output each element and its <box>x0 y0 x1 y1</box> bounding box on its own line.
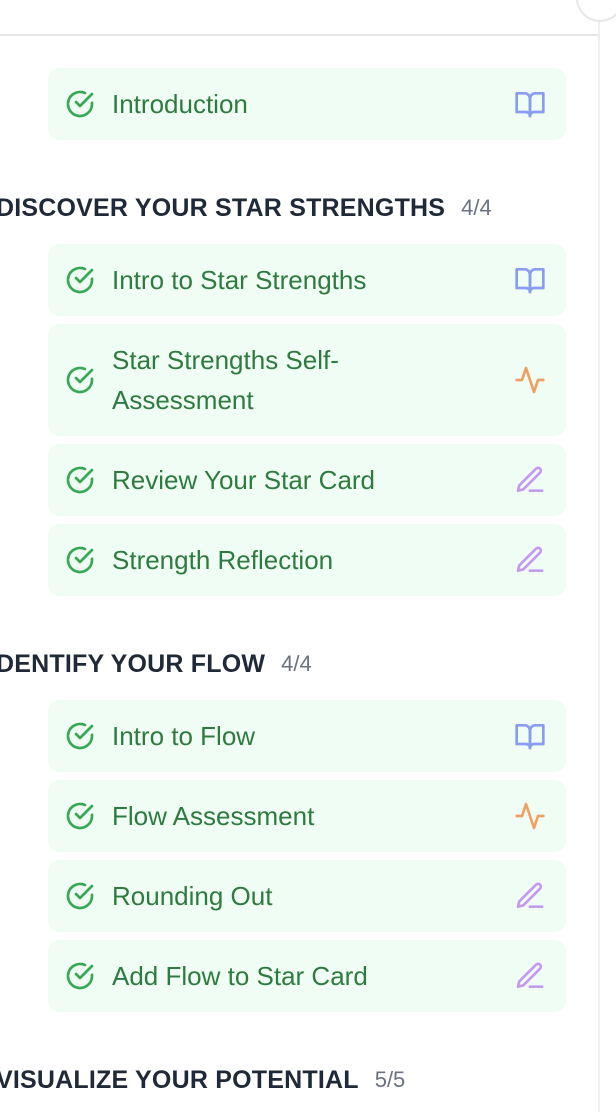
step-introduction[interactable]: Introduction <box>48 68 566 140</box>
check-circle-icon <box>64 544 96 576</box>
check-circle-icon <box>64 880 96 912</box>
step-label: Add Flow to Star Card <box>112 961 368 991</box>
step-add-flow-to-star-card[interactable]: Add Flow to Star Card <box>48 940 566 1012</box>
pen-line-icon <box>514 880 546 912</box>
check-circle-icon <box>64 464 96 496</box>
pen-line-icon <box>514 960 546 992</box>
pen-line-icon <box>514 464 546 496</box>
step-intro-to-star-strengths[interactable]: Intro to Star Strengths <box>48 244 566 316</box>
sidebar-top-bar <box>0 0 600 36</box>
section-header-star-strengths[interactable]: DISCOVER YOUR STAR STRENGTHS 4/4 <box>0 192 492 224</box>
step-label: Strength Reflection <box>112 545 334 575</box>
step-rounding-out[interactable]: Rounding Out <box>48 860 566 932</box>
section-title: VISUALIZE YOUR POTENTIAL <box>0 1065 359 1094</box>
section-progress-count: 4/4 <box>281 651 312 676</box>
step-label: Star Strengths Self-Assessment <box>112 345 339 415</box>
check-circle-icon <box>64 264 96 296</box>
step-label: Review Your Star Card <box>112 465 376 495</box>
step-label: Introduction <box>112 89 248 119</box>
pen-line-icon <box>514 544 546 576</box>
section-header-flow[interactable]: DENTIFY YOUR FLOW 4/4 <box>0 648 312 680</box>
step-flow-assessment[interactable]: Flow Assessment <box>48 780 566 852</box>
scrollbar-track[interactable] <box>598 0 600 1112</box>
check-circle-icon <box>64 364 96 396</box>
section-title: DENTIFY YOUR FLOW <box>0 649 266 678</box>
step-label: Flow Assessment <box>112 801 315 831</box>
step-label: Rounding Out <box>112 881 273 911</box>
section-progress-count: 4/4 <box>461 195 492 220</box>
step-intro-to-flow[interactable]: Intro to Flow <box>48 700 566 772</box>
step-label: Intro to Star Strengths <box>112 265 367 295</box>
check-circle-icon <box>64 960 96 992</box>
book-open-icon <box>514 88 546 120</box>
check-circle-icon <box>64 720 96 752</box>
section-header-visualize-potential[interactable]: VISUALIZE YOUR POTENTIAL 5/5 <box>0 1064 405 1096</box>
book-open-icon <box>514 720 546 752</box>
check-circle-icon <box>64 800 96 832</box>
step-star-strengths-self-assessment[interactable]: Star Strengths Self-Assessment <box>48 324 566 436</box>
step-review-your-star-card[interactable]: Review Your Star Card <box>48 444 566 516</box>
sidebar-navigation: Introduction DISCOVER YOUR STAR STRENGTH… <box>0 0 616 1112</box>
check-circle-icon <box>64 88 96 120</box>
section-title: DISCOVER YOUR STAR STRENGTHS <box>0 193 446 222</box>
activity-icon <box>514 800 546 832</box>
activity-icon <box>514 364 546 396</box>
step-strength-reflection[interactable]: Strength Reflection <box>48 524 566 596</box>
book-open-icon <box>514 264 546 296</box>
section-progress-count: 5/5 <box>374 1067 406 1092</box>
step-label: Intro to Flow <box>112 721 256 751</box>
